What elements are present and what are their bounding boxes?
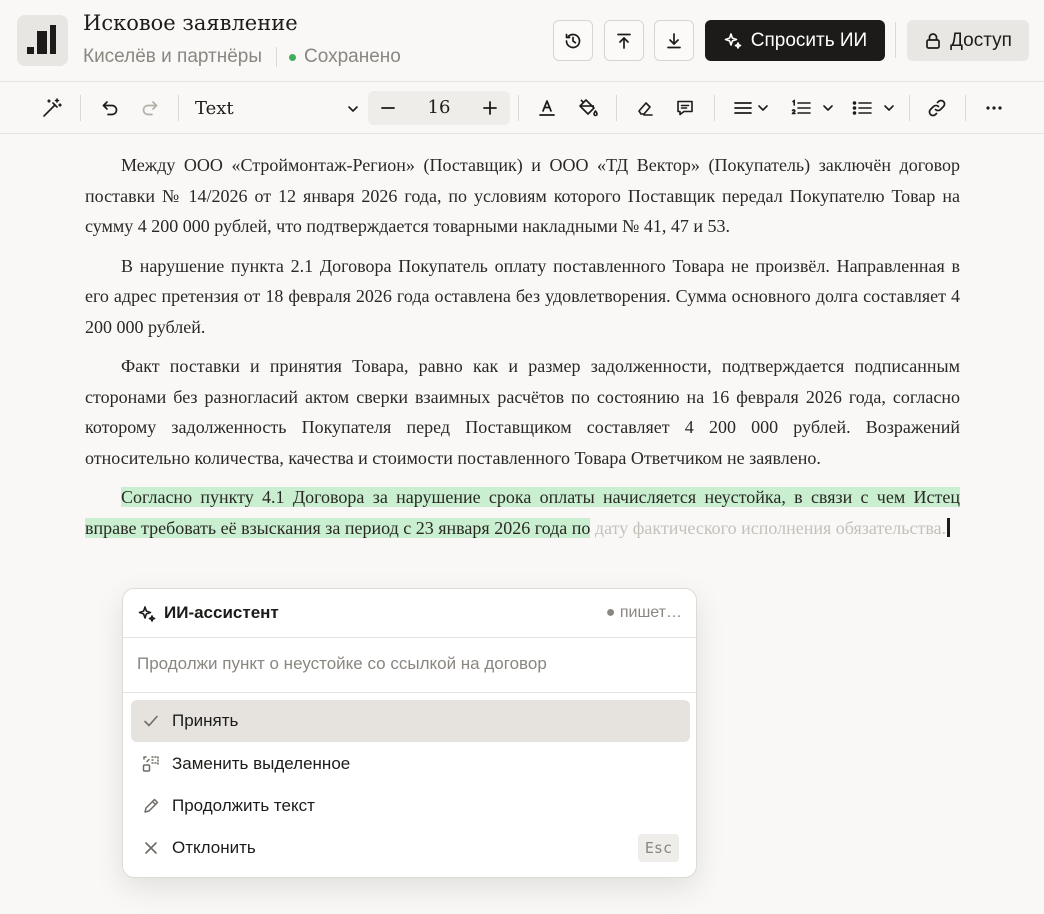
undo-icon: [102, 101, 118, 116]
paragraph-with-suggestion[interactable]: Согласно пункту 4.1 Договора за нарушени…: [85, 482, 960, 543]
access-label: Доступ: [950, 29, 1012, 51]
paragraph[interactable]: Между ООО «Строймонтаж-Регион» (Поставщи…: [85, 150, 960, 242]
organization-name: Киселёв и партнёры: [83, 46, 263, 67]
toolbar-divider: [909, 95, 910, 121]
ai-panel-header: ИИ-ассистент ● пишет…: [123, 589, 696, 638]
ai-status: ● пишет…: [605, 604, 682, 621]
app-header: Исковое заявление Киселёв и партнёры Сох…: [0, 0, 1044, 82]
download-icon: [667, 32, 681, 48]
replace-icon: [141, 754, 161, 774]
align-icon: [733, 102, 752, 114]
more-options-button[interactable]: [982, 95, 1006, 121]
text-color-icon: [539, 100, 555, 116]
numbered-list-icon: [791, 99, 811, 115]
replace-selection-action[interactable]: Заменить выделенное: [131, 743, 690, 785]
sparkle-icon: [138, 606, 156, 622]
save-status: Сохранено: [304, 46, 401, 67]
increase-font-size-button[interactable]: [478, 96, 502, 120]
align-dropdown[interactable]: [729, 95, 773, 121]
header-divider: [895, 22, 896, 58]
history-button[interactable]: [553, 20, 593, 61]
ai-panel-title: ИИ-ассистент: [164, 603, 279, 622]
pencil-icon: [141, 796, 161, 816]
numbered-list-dropdown[interactable]: [787, 95, 837, 121]
action-label: Отклонить: [172, 838, 256, 857]
paint-bucket-icon: [579, 99, 598, 117]
document-body[interactable]: Между ООО «Строймонтаж-Регион» (Поставщи…: [85, 150, 960, 552]
more-horizontal-icon: [986, 106, 1002, 110]
accept-action[interactable]: Принять: [131, 700, 690, 742]
text-cursor: [947, 517, 951, 537]
saved-status-dot: [289, 53, 297, 61]
magic-wand-button[interactable]: [40, 95, 64, 121]
formatting-toolbar: Text 16: [0, 82, 1044, 134]
sparkle-icon: [724, 32, 742, 49]
action-label: Заменить выделенное: [172, 754, 351, 773]
document-title[interactable]: Исковое заявление: [83, 11, 298, 35]
toolbar-divider: [178, 95, 179, 121]
ai-assistant-panel: ИИ-ассистент ● пишет… Продолжи пункт о н…: [122, 588, 697, 878]
upload-button[interactable]: [604, 20, 644, 61]
history-icon: [565, 33, 581, 48]
chevron-down-icon: [757, 105, 768, 111]
redo-button[interactable]: [138, 95, 162, 121]
ai-prompt-field[interactable]: Продолжи пункт о неустойке со ссылкой на…: [123, 638, 696, 693]
action-label: Принять: [172, 711, 239, 730]
continue-text-action[interactable]: Продолжить текст: [131, 785, 690, 827]
check-icon: [141, 711, 161, 731]
link-button[interactable]: [925, 95, 949, 121]
chevron-down-icon: [822, 105, 833, 111]
chevron-down-icon: [348, 106, 358, 112]
toolbar-divider: [616, 95, 617, 121]
comment-icon: [677, 100, 693, 116]
font-family-value: Text: [195, 97, 234, 119]
font-family-select[interactable]: Text: [186, 92, 364, 124]
eraser-icon: [638, 102, 653, 116]
toolbar-divider: [80, 95, 81, 121]
keyboard-shortcut: Esc: [637, 834, 679, 862]
ai-prompt-text: Продолжи пункт о неустойке со ссылкой на…: [137, 654, 547, 673]
upload-icon: [617, 33, 631, 49]
ask-ai-button[interactable]: Спросить ИИ: [705, 20, 885, 61]
highlight-button[interactable]: [575, 95, 601, 121]
ai-suggestion-text: дату фактического исполнения обязательст…: [590, 517, 947, 538]
dismiss-action[interactable]: Отклонить Esc: [131, 827, 690, 869]
access-button[interactable]: Доступ: [907, 20, 1029, 61]
ask-ai-label: Спросить ИИ: [750, 29, 868, 51]
lock-icon: [926, 32, 940, 49]
text-color-button[interactable]: [535, 95, 559, 121]
document-meta: Киселёв и партнёры Сохранено: [83, 46, 401, 68]
magic-wand-icon: [43, 98, 62, 117]
app-logo: [17, 15, 68, 66]
font-size-stepper: 16: [368, 91, 510, 125]
comment-button[interactable]: [673, 95, 697, 121]
redo-icon: [142, 101, 158, 116]
meta-divider: [276, 47, 278, 67]
plus-icon: [483, 101, 497, 115]
toolbar-divider: [518, 95, 519, 121]
toolbar-divider: [965, 95, 966, 121]
toolbar-divider: [714, 95, 715, 121]
link-icon: [928, 99, 946, 117]
bullet-list-dropdown[interactable]: [848, 95, 898, 121]
bullet-list-icon: [852, 101, 872, 115]
clear-formatting-button[interactable]: [633, 95, 657, 121]
paragraph[interactable]: Факт поставки и принятия Товара, равно к…: [85, 351, 960, 473]
paragraph[interactable]: В нарушение пункта 2.1 Договора Покупате…: [85, 251, 960, 343]
download-button[interactable]: [654, 20, 694, 61]
chevron-down-icon: [883, 105, 894, 111]
close-icon: [141, 838, 161, 858]
undo-button[interactable]: [98, 95, 122, 121]
action-label: Продолжить текст: [172, 796, 315, 815]
